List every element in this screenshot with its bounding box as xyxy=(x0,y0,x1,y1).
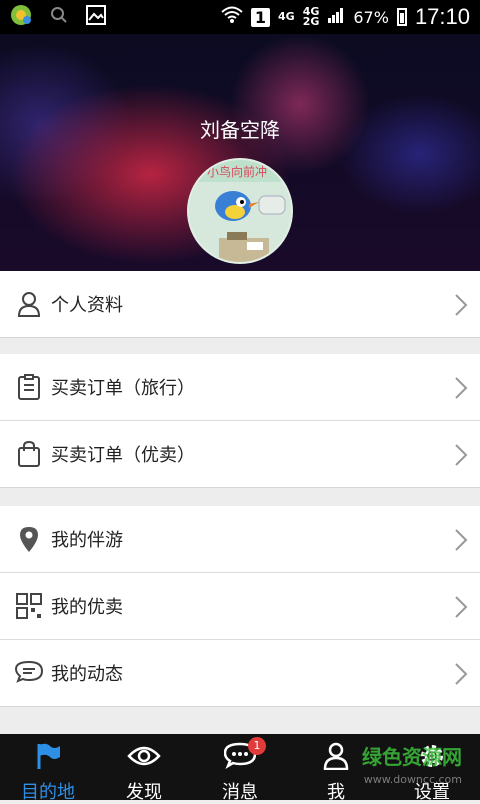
person-icon xyxy=(15,290,43,318)
bottom-tab-bar: 目的地 发现 1 消息 我 设置 绿色资源网 www.downcc.com xyxy=(0,734,480,803)
menu-item-my-youmai[interactable]: 我的优卖 xyxy=(0,573,480,640)
grid-icon xyxy=(15,592,43,620)
wifi-icon xyxy=(221,6,243,28)
avatar-image: 小鸟向前冲 xyxy=(189,160,291,262)
menu-label-orders-travel: 买卖订单（旅行） xyxy=(51,378,195,399)
menu-label-my-moments: 我的动态 xyxy=(51,664,123,685)
signal-icon xyxy=(327,7,345,27)
clipboard-icon xyxy=(15,373,43,401)
network-type-bottom: 2G xyxy=(302,15,320,28)
chevron-right-icon xyxy=(454,293,468,321)
menu-label-my-companion: 我的伴游 xyxy=(51,530,123,551)
tab-label-me: 我 xyxy=(327,782,345,803)
chevron-right-icon xyxy=(454,376,468,404)
menu-group-mine: 我的伴游 我的优卖 我的动态 xyxy=(0,506,480,707)
tab-messages[interactable]: 1 消息 xyxy=(192,734,288,803)
tab-label-destination: 目的地 xyxy=(21,782,75,803)
menu-label-my-youmai: 我的优卖 xyxy=(51,597,123,618)
flag-icon xyxy=(34,742,62,774)
shopping-bag-icon xyxy=(15,440,43,468)
menu-label-profile: 个人资料 xyxy=(51,295,123,316)
chevron-right-icon xyxy=(454,595,468,623)
menu-group-profile: 个人资料 xyxy=(0,271,480,338)
chevron-right-icon xyxy=(454,528,468,556)
tab-discover[interactable]: 发现 xyxy=(96,734,192,803)
menu-item-orders-travel[interactable]: 买卖订单（旅行） xyxy=(0,354,480,421)
battery-percent: 67% xyxy=(353,7,389,27)
tab-destination[interactable]: 目的地 xyxy=(0,734,96,803)
watermark-text: 绿色资源网 xyxy=(362,745,462,769)
unread-badge: 1 xyxy=(248,737,266,755)
tab-label-messages: 消息 xyxy=(222,782,258,803)
chevron-right-icon xyxy=(454,662,468,690)
image-icon xyxy=(86,5,106,29)
profile-header: 刘备空降 小鸟向前冲 xyxy=(0,34,480,271)
menu-item-profile[interactable]: 个人资料 xyxy=(0,271,480,338)
menu-label-orders-youmai: 买卖订单（优卖） xyxy=(51,445,195,466)
clock: 17:10 xyxy=(414,4,470,29)
chat-bubble-icon xyxy=(15,659,43,687)
network-type: 4G xyxy=(278,10,295,23)
status-bar: 1 4G 4G 2G 67% 17:10 xyxy=(0,0,480,34)
watermark-url: www.downcc.com xyxy=(363,773,462,786)
location-pin-icon xyxy=(15,525,43,553)
network-type-dual: 4G 2G xyxy=(302,6,320,28)
eye-icon xyxy=(127,742,161,774)
username: 刘备空降 xyxy=(200,118,280,142)
app-notification-icon xyxy=(10,4,32,30)
menu-item-orders-youmai[interactable]: 买卖订单（优卖） xyxy=(0,421,480,488)
chevron-right-icon xyxy=(454,443,468,471)
menu-item-my-moments[interactable]: 我的动态 xyxy=(0,640,480,707)
menu-item-my-companion[interactable]: 我的伴游 xyxy=(0,506,480,573)
network-type-top: 4G xyxy=(278,10,295,23)
battery-icon xyxy=(396,8,407,26)
person-icon xyxy=(323,742,349,774)
menu-group-orders: 买卖订单（旅行） 买卖订单（优卖） xyxy=(0,354,480,488)
avatar[interactable]: 小鸟向前冲 xyxy=(187,158,293,264)
search-icon xyxy=(50,6,68,28)
svg-text:小鸟向前冲: 小鸟向前冲 xyxy=(207,164,267,179)
tab-label-discover: 发现 xyxy=(126,782,162,803)
sim-slot-indicator: 1 xyxy=(250,7,270,27)
